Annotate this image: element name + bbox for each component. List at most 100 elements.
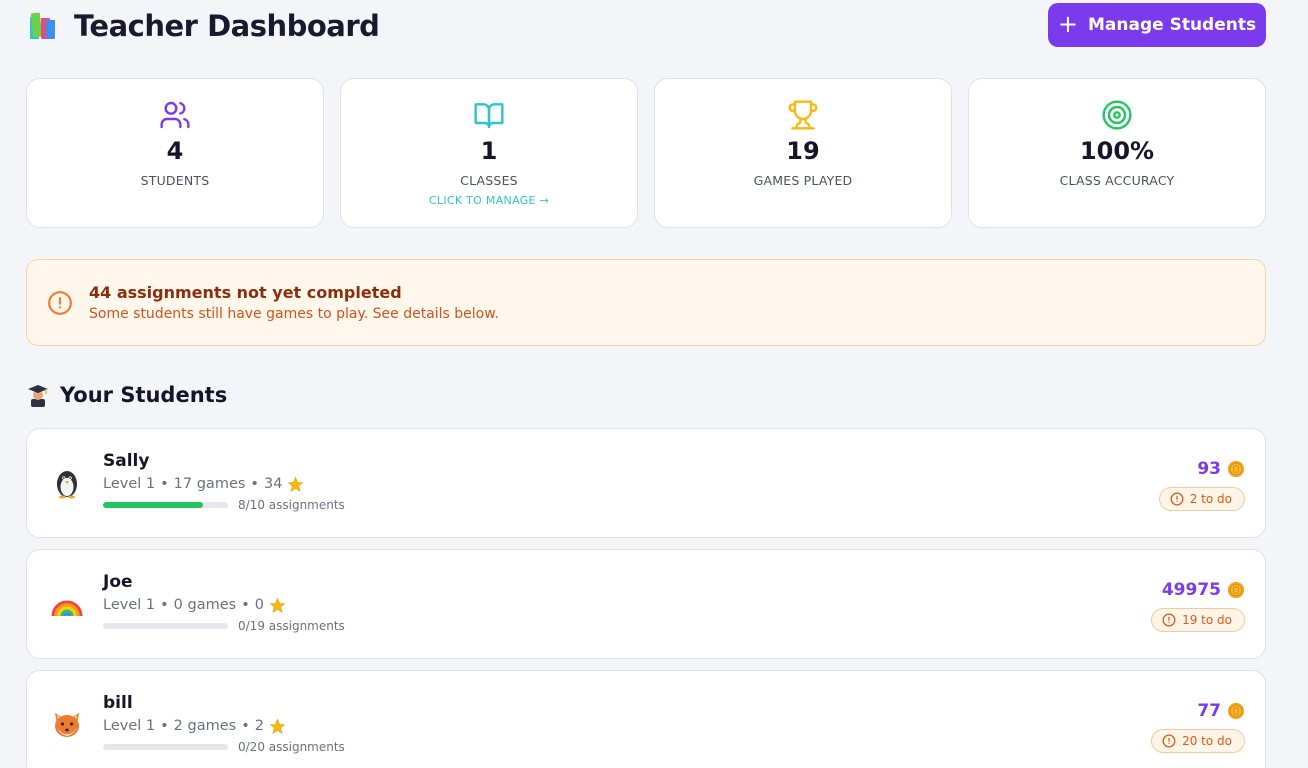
alert-title: 44 assignments not yet completed	[89, 283, 402, 302]
assignment-progress: 0/20 assignments	[103, 740, 345, 754]
student-avatar	[51, 709, 83, 741]
coin-balance: 49975	[1162, 578, 1245, 602]
title-group: Teacher Dashboard	[26, 9, 380, 43]
student-info: Joe Level 1 • 0 games • 0 0/19 assignmen…	[103, 572, 345, 633]
student-name: Sally	[103, 451, 150, 471]
coin-icon	[1227, 702, 1245, 720]
student-row[interactable]: Sally Level 1 • 17 games • 34 8/10 assig…	[26, 428, 1266, 538]
progress-bar	[103, 502, 228, 508]
student-info: Sally Level 1 • 17 games • 34 8/10 assig…	[103, 451, 345, 512]
books-icon	[30, 12, 55, 39]
todo-count: 20 to do	[1182, 734, 1232, 748]
manage-classes-link[interactable]: CLICK TO MANAGE →	[429, 194, 549, 207]
student-level: Level 1	[103, 718, 156, 734]
student-level: Level 1	[103, 597, 156, 613]
student-meta: Level 1 • 17 games • 34	[103, 474, 345, 494]
manage-students-label: Manage Students	[1088, 15, 1257, 35]
progress-fill	[103, 502, 203, 508]
meta-separator: •	[241, 718, 250, 734]
fox-icon	[55, 713, 79, 737]
stat-label: CLASS ACCURACY	[1059, 173, 1175, 188]
assignment-progress: 0/19 assignments	[103, 619, 345, 633]
alert-circle-icon	[48, 290, 72, 315]
student-info: bill Level 1 • 2 games • 2 0/20 assignme…	[103, 693, 345, 754]
todo-badge: 20 to do	[1151, 729, 1245, 753]
student-stars: 34	[263, 476, 283, 492]
progress-bar	[103, 623, 228, 629]
student-row[interactable]: Joe Level 1 • 0 games • 0 0/19 assignmen…	[26, 549, 1266, 659]
meta-separator: •	[160, 597, 169, 613]
section-title: Your Students	[60, 383, 228, 407]
student-name: bill	[103, 693, 133, 713]
page-title: Teacher Dashboard	[74, 9, 380, 43]
student-name: Joe	[103, 572, 133, 592]
student-row[interactable]: bill Level 1 • 2 games • 2 0/20 assignme…	[26, 670, 1266, 768]
todo-badge: 19 to do	[1151, 608, 1245, 632]
stat-label: STUDENTS	[140, 173, 210, 188]
alert-circle-icon	[1162, 734, 1176, 748]
student-games: 17 games	[173, 476, 246, 492]
coin-balance: 77	[1197, 699, 1245, 723]
dashboard-page: Teacher Dashboard + Manage Students 4 ST…	[26, 0, 1266, 768]
graduate-icon	[28, 385, 48, 407]
stat-card-accuracy: 100% CLASS ACCURACY	[968, 78, 1266, 228]
coin-icon	[1227, 460, 1245, 478]
stat-card-classes[interactable]: 1 CLASSES CLICK TO MANAGE →	[340, 78, 638, 228]
penguin-icon	[57, 471, 77, 499]
header: Teacher Dashboard + Manage Students	[26, 0, 1266, 52]
student-stats: 93 2 to do	[1158, 457, 1245, 511]
assignment-progress: 8/10 assignments	[103, 498, 345, 512]
student-level: Level 1	[103, 476, 156, 492]
alert-circle-icon	[1162, 613, 1176, 627]
student-avatar	[51, 467, 83, 499]
student-meta: Level 1 • 0 games • 0	[103, 595, 345, 615]
stat-label: GAMES PLAYED	[753, 173, 853, 188]
book-open-icon	[474, 103, 504, 129]
star-icon	[288, 476, 304, 492]
star-icon	[269, 718, 286, 734]
todo-badge: 2 to do	[1158, 487, 1245, 511]
student-stars: 0	[254, 597, 264, 613]
student-stats: 77 20 to do	[1151, 699, 1245, 753]
assignment-count: 0/20 assignments	[238, 740, 345, 754]
meta-separator: •	[250, 476, 259, 492]
coin-icon	[1227, 581, 1245, 599]
coin-count: 77	[1197, 701, 1221, 721]
assignment-count: 8/10 assignments	[238, 498, 345, 512]
star-icon	[269, 597, 286, 613]
todo-count: 2 to do	[1189, 492, 1232, 506]
student-stats: 49975 19 to do	[1151, 578, 1245, 632]
manage-students-button[interactable]: + Manage Students	[1048, 3, 1266, 47]
meta-separator: •	[160, 718, 169, 734]
student-games: 0 games	[173, 597, 237, 613]
progress-bar	[103, 744, 228, 750]
target-icon	[1102, 100, 1132, 130]
stat-value: 19	[786, 137, 820, 165]
stat-card-students: 4 STUDENTS	[26, 78, 324, 228]
incomplete-assignments-alert: 44 assignments not yet completed Some st…	[26, 259, 1266, 346]
stat-value: 100%	[1079, 137, 1155, 165]
student-avatar	[51, 588, 83, 620]
students-section-header: Your Students	[26, 380, 1266, 410]
alert-body: 44 assignments not yet completed Some st…	[89, 283, 499, 322]
trophy-icon	[788, 100, 818, 130]
meta-separator: •	[160, 476, 169, 492]
meta-separator: •	[241, 597, 250, 613]
alert-circle-icon	[1170, 492, 1184, 506]
stat-label: CLASSES	[460, 173, 518, 188]
student-list: Sally Level 1 • 17 games • 34 8/10 assig…	[26, 428, 1266, 768]
stat-card-games: 19 GAMES PLAYED	[654, 78, 952, 228]
stats-row: 4 STUDENTS 1 CLASSES CLICK TO MANAGE → 1…	[26, 78, 1266, 228]
student-meta: Level 1 • 2 games • 2	[103, 716, 345, 736]
stat-value: 1	[480, 137, 498, 165]
student-games: 2 games	[173, 718, 237, 734]
coin-count: 93	[1197, 459, 1221, 479]
coin-count: 49975	[1161, 580, 1221, 600]
assignment-count: 0/19 assignments	[238, 619, 345, 633]
coin-balance: 93	[1197, 457, 1245, 481]
alert-text: Some students still have games to play. …	[89, 306, 499, 322]
users-icon	[160, 101, 190, 129]
student-stars: 2	[254, 718, 264, 734]
rainbow-icon	[51, 600, 83, 617]
stat-value: 4	[166, 137, 184, 165]
